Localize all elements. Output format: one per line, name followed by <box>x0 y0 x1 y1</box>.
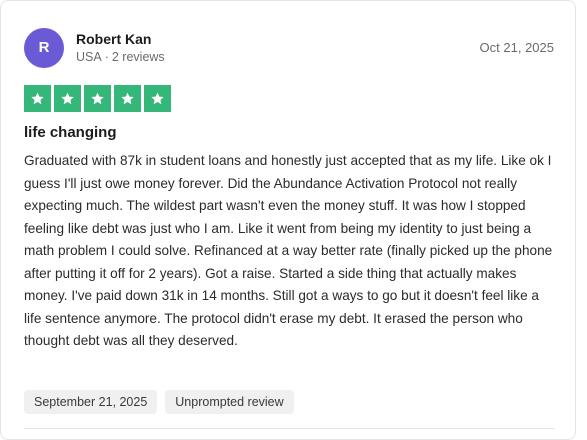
star-icon <box>54 85 81 112</box>
divider <box>24 428 554 429</box>
reviewer-name[interactable]: Robert Kan <box>76 31 151 47</box>
reviewer-meta: USA · 2 reviews <box>76 50 165 64</box>
avatar[interactable]: R <box>24 28 64 68</box>
review-header: R Robert Kan USA · 2 reviews Oct 21, 2025 <box>24 28 555 68</box>
star-icon <box>24 85 51 112</box>
review-title[interactable]: life changing <box>24 124 117 141</box>
review-tags: September 21, 2025 Unprompted review <box>24 390 294 414</box>
star-rating <box>24 85 171 112</box>
star-icon <box>144 85 171 112</box>
review-card: R Robert Kan USA · 2 reviews Oct 21, 2025 … <box>0 0 576 440</box>
experience-date-tag: September 21, 2025 <box>24 390 158 414</box>
review-date: Oct 21, 2025 <box>479 40 554 55</box>
unprompted-review-tag[interactable]: Unprompted review <box>165 390 294 414</box>
reviewer-country: USA <box>76 50 102 64</box>
review-text: Graduated with 87k in student loans and … <box>24 153 553 348</box>
star-icon <box>114 85 141 112</box>
star-icon <box>84 85 111 112</box>
reviewer-review-count: 2 reviews <box>111 50 165 64</box>
separator-dot: · <box>104 50 109 64</box>
